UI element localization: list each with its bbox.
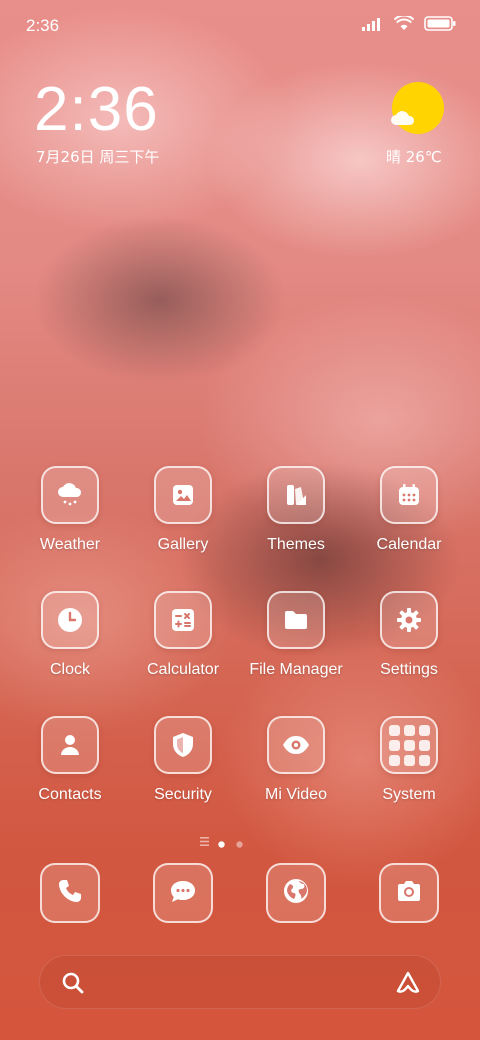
camera-icon [395,879,423,907]
status-bar: 2:36 [0,0,480,48]
clock-widget-date[interactable]: 7月26日 周三下午 [36,146,159,167]
app-mi-video[interactable]: Mi Video [236,716,356,816]
folder-grid-icon [380,716,438,774]
app-settings[interactable]: Settings [349,591,469,691]
calculator-icon [154,591,212,649]
dock-camera-button[interactable] [379,863,439,923]
weather-icon [41,466,99,524]
app-clock[interactable]: Clock [10,591,130,691]
weather-widget[interactable]: 晴 26℃ [380,82,452,166]
app-folder-system[interactable]: System [349,716,469,816]
page-list-icon [200,831,209,850]
page-dot-active [218,833,225,852]
shield-icon [154,716,212,774]
search-icon [60,970,86,1000]
page-dot [236,833,243,852]
app-weather[interactable]: Weather [10,466,130,566]
dock-messages-button[interactable] [153,863,213,923]
contacts-icon [41,716,99,774]
app-label: Calendar [376,536,442,553]
app-security[interactable]: Security [123,716,243,816]
app-label: Weather [39,536,101,553]
themes-icon [267,466,325,524]
app-calculator[interactable]: Calculator [123,591,243,691]
gallery-icon [154,466,212,524]
phone-icon [57,878,83,908]
app-label: Themes [267,536,325,553]
calendar-icon [380,466,438,524]
app-calendar[interactable]: Calendar [349,466,469,566]
status-time: 2:36 [26,16,60,35]
browser-icon [282,877,310,909]
sun-icon [392,82,444,134]
app-label: Mi Video [265,786,327,803]
assistant-icon[interactable] [394,970,422,1000]
app-label: Calculator [146,661,220,678]
app-label: Settings [380,661,438,678]
gear-icon [380,591,438,649]
app-label: File Manager [249,661,343,678]
folder-icon [267,591,325,649]
clock-icon [41,591,99,649]
app-contacts[interactable]: Contacts [10,716,130,816]
wifi-icon [393,14,415,35]
app-label: System [382,786,436,803]
app-label: Security [154,786,212,803]
eye-icon [267,716,325,774]
page-indicator[interactable] [200,830,250,848]
signal-icon [362,16,384,35]
dock-browser-button[interactable] [266,863,326,923]
app-gallery[interactable]: Gallery [123,466,243,566]
app-label: Gallery [157,536,209,553]
clock-widget-time[interactable]: 2:36 [34,74,159,145]
app-file-manager[interactable]: File Manager [236,591,356,691]
app-label: Contacts [38,786,102,803]
cloud-icon [390,110,416,126]
dock-phone-button[interactable] [40,863,100,923]
weather-text: 晴 26℃ [386,148,442,166]
app-themes[interactable]: Themes [236,466,356,566]
messages-icon [169,878,197,908]
app-label: Clock [49,661,90,678]
search-bar[interactable] [39,955,441,1009]
battery-icon [424,16,456,35]
